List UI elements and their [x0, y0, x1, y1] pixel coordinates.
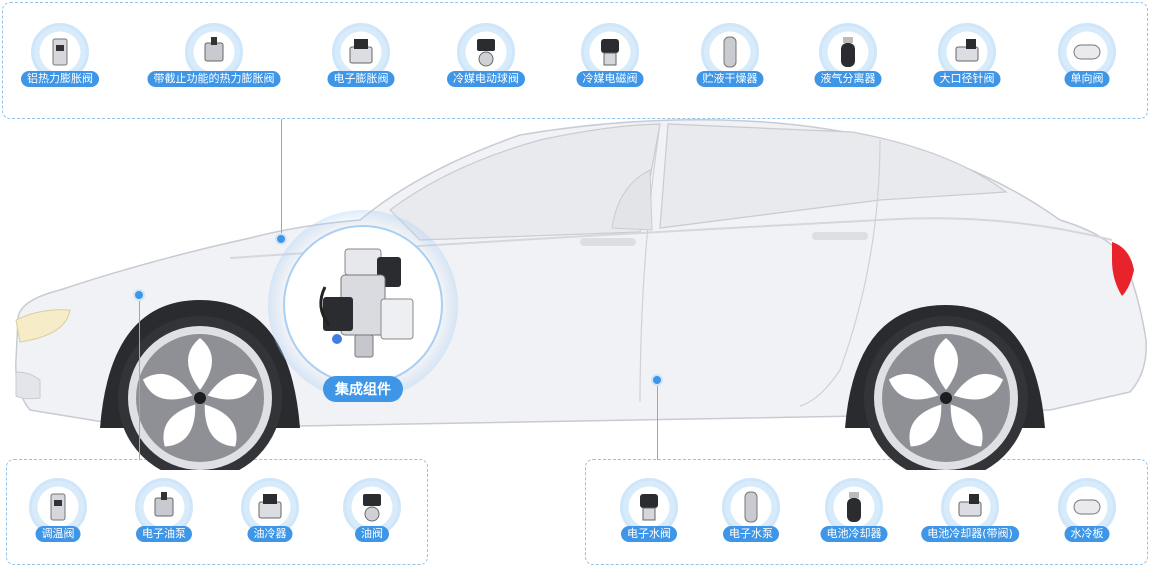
part-label: 电池冷却器(带阀)	[921, 526, 1019, 542]
refrigerant-ball-valve-icon	[477, 39, 495, 67]
part-item[interactable]: 电子膨胀阀	[296, 23, 426, 103]
part-item[interactable]: 大口径针阀	[902, 23, 1032, 103]
connector-top	[281, 119, 282, 239]
part-item[interactable]: 铝热力膨胀阀	[0, 23, 125, 103]
part-label: 液气分离器	[814, 71, 882, 87]
part-label: 冷媒电磁阀	[576, 71, 644, 87]
part-label: 电池冷却器	[820, 526, 888, 542]
electronic-expansion-valve-icon	[349, 39, 373, 64]
part-item[interactable]: 冷媒电磁阀	[545, 23, 675, 103]
check-valve-icon	[1073, 44, 1101, 60]
part-item[interactable]: 液气分离器	[783, 23, 913, 103]
part-label: 贮液干燥器	[696, 71, 764, 87]
car-illustration	[15, 119, 1147, 470]
part-item[interactable]: 带截止功能的热力膨胀阀	[147, 23, 281, 103]
door-handle-rear	[812, 232, 868, 240]
battery-chiller-icon	[847, 492, 861, 522]
part-item[interactable]: 单向阀	[1022, 23, 1150, 103]
part-label: 电子膨胀阀	[327, 71, 395, 87]
refrigerant-solenoid-valve-icon	[601, 39, 619, 66]
water-cooling-plate-icon	[1073, 499, 1101, 515]
part-label: 大口径针阀	[933, 71, 1001, 87]
part-label: 电子水阀	[621, 526, 677, 542]
integrated-module-label: 集成组件	[323, 376, 403, 402]
oil-valve-icon	[363, 494, 381, 522]
integrated-module-icon	[319, 248, 414, 358]
thermostat-valve-icon	[50, 493, 66, 521]
electronic-water-valve-icon	[640, 494, 658, 521]
connector-bottom-right	[657, 386, 658, 460]
part-label: 电子油泵	[136, 526, 192, 542]
electronic-water-pump-icon	[744, 491, 758, 523]
part-label: 油阀	[355, 526, 389, 542]
part-label: 单向阀	[1064, 71, 1110, 87]
receiver-drier-icon	[723, 36, 737, 68]
part-label: 水冷板	[1064, 526, 1110, 542]
part-item[interactable]: 电池冷却器(带阀)	[905, 478, 1035, 558]
door-handle-front	[580, 238, 636, 246]
needle-valve-icon	[955, 39, 979, 62]
electric-oil-pump-icon	[154, 492, 174, 517]
part-label: 油冷器	[247, 526, 293, 542]
connector-bottom-left	[139, 300, 140, 460]
gas-liquid-separator-icon	[841, 37, 855, 67]
part-label: 冷媒电动球阀	[447, 71, 525, 87]
part-label: 调温阀	[35, 526, 81, 542]
aluminum-expansion-valve-icon	[52, 38, 68, 66]
part-item[interactable]: 贮液干燥器	[665, 23, 795, 103]
part-label: 带截止功能的热力膨胀阀	[147, 71, 281, 87]
part-item[interactable]: 油阀	[307, 478, 437, 558]
integrated-module[interactable]: 集成组件	[268, 210, 458, 402]
part-item[interactable]: 冷媒电动球阀	[421, 23, 551, 103]
part-item[interactable]: 水冷板	[1022, 478, 1150, 558]
part-label: 铝热力膨胀阀	[21, 71, 99, 87]
oil-cooler-icon	[258, 494, 282, 519]
part-label: 电子水泵	[723, 526, 779, 542]
hotspot-bottom-left[interactable]	[133, 289, 145, 301]
battery-chiller-valve-icon	[958, 494, 982, 517]
part-item[interactable]: 电池冷却器	[789, 478, 919, 558]
hotspot-bottom-right[interactable]	[651, 374, 663, 386]
shutoff-expansion-valve-icon	[204, 37, 224, 62]
